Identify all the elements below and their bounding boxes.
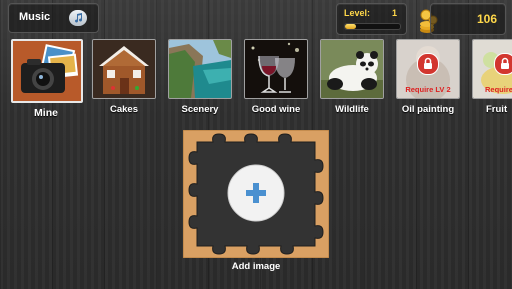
gingerbread-house-image bbox=[93, 40, 155, 98]
puzzle-frame bbox=[182, 129, 330, 259]
category-fruit[interactable]: Require Fruit bbox=[472, 39, 512, 115]
lock-requirement-text: Require bbox=[485, 85, 512, 94]
category-scenery[interactable]: Scenery bbox=[168, 39, 232, 115]
music-label: Music bbox=[19, 11, 51, 23]
lock-icon bbox=[501, 57, 509, 69]
category-oil-painting[interactable]: Require LV 2 Oil painting bbox=[396, 39, 460, 115]
add-image-button[interactable] bbox=[182, 129, 330, 259]
level-value: 1 bbox=[391, 8, 397, 18]
level-progress-bar bbox=[344, 23, 401, 30]
wine-glasses-image bbox=[245, 40, 307, 98]
coin-panel: 106 bbox=[430, 3, 506, 35]
lock-badge bbox=[417, 53, 439, 75]
category-label: Good wine bbox=[251, 104, 301, 115]
category-cakes[interactable]: Cakes bbox=[92, 39, 156, 115]
coastline-image bbox=[169, 40, 231, 98]
level-label: Level: bbox=[344, 8, 371, 18]
category-thumbnail[interactable]: Require bbox=[472, 39, 512, 99]
category-thumbnail[interactable] bbox=[244, 39, 308, 99]
lock-icon bbox=[424, 57, 432, 69]
category-label: Mine bbox=[34, 107, 58, 119]
category-label: Fruit bbox=[486, 104, 508, 115]
lock-badge bbox=[494, 53, 512, 75]
camera-photos-image bbox=[13, 41, 81, 101]
category-thumbnail[interactable] bbox=[168, 39, 232, 99]
category-label: Cakes bbox=[110, 104, 138, 115]
category-thumbnail[interactable] bbox=[320, 39, 384, 99]
category-thumbnail[interactable] bbox=[92, 39, 156, 99]
category-thumbnail[interactable]: Require LV 2 bbox=[396, 39, 460, 99]
category-good-wine[interactable]: Good wine bbox=[244, 39, 308, 115]
music-note-icon bbox=[74, 13, 82, 23]
category-mine[interactable]: Mine bbox=[11, 39, 83, 119]
category-label: Wildlife bbox=[335, 104, 369, 115]
category-label: Scenery bbox=[181, 104, 219, 115]
music-panel: Music bbox=[8, 3, 99, 33]
coin-count: 106 bbox=[476, 12, 497, 26]
level-progress-fill bbox=[345, 24, 356, 29]
category-thumbnail[interactable] bbox=[11, 39, 83, 103]
category-label: Oil painting bbox=[401, 104, 455, 115]
lock-requirement-text: Require LV 2 bbox=[405, 85, 451, 94]
category-wildlife[interactable]: Wildlife bbox=[320, 39, 384, 115]
plus-icon bbox=[227, 164, 285, 222]
add-image-label: Add image bbox=[231, 261, 281, 272]
level-panel: Level: 1 bbox=[336, 3, 407, 35]
panda-image bbox=[321, 40, 383, 98]
music-toggle-button[interactable] bbox=[69, 10, 87, 26]
